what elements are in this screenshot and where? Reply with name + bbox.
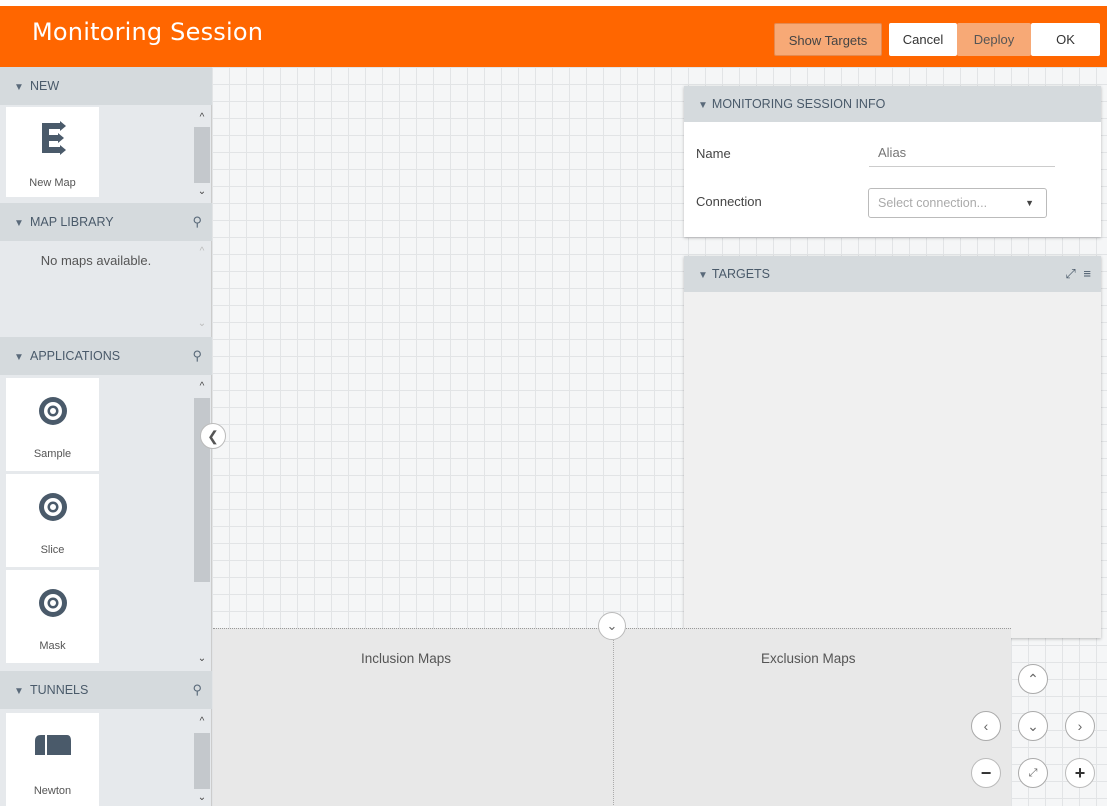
scroll-thumb[interactable] — [194, 127, 210, 183]
fit-to-screen-icon[interactable]: ⤢ — [1018, 758, 1048, 788]
new-map-icon — [42, 121, 66, 155]
application-tile-mask[interactable]: Mask — [6, 570, 99, 663]
section-applications-label: APPLICATIONS — [30, 349, 121, 363]
menu-icon[interactable]: ≡ — [1083, 266, 1091, 281]
scroll-up-arrow-icon[interactable]: ^ — [192, 245, 212, 259]
pan-left-button[interactable]: ‹ — [971, 711, 1001, 741]
gear-icon — [39, 493, 67, 521]
scroll-up-arrow-icon[interactable]: ^ — [192, 380, 212, 394]
info-panel-title: MONITORING SESSION INFO — [711, 97, 886, 111]
zoom-out-button[interactable]: − — [971, 758, 1001, 788]
application-tile-sample[interactable]: Sample — [6, 378, 99, 471]
section-applications-header[interactable]: ▼ APPLICATIONS ⚲ — [0, 337, 212, 375]
tunnels-scrollbar[interactable]: ^ ⌄ — [192, 713, 212, 806]
tunnel-icon — [35, 735, 71, 755]
inclusion-maps-label: Inclusion Maps — [361, 651, 452, 666]
application-label: Sample — [33, 448, 72, 460]
scroll-up-arrow-icon[interactable]: ^ — [192, 111, 212, 125]
maps-divider — [613, 629, 614, 806]
cancel-button[interactable]: Cancel — [889, 23, 957, 56]
section-map-library-header[interactable]: ▼ MAP LIBRARY ⚲ — [0, 203, 212, 241]
scroll-up-arrow-icon[interactable]: ^ — [192, 715, 212, 729]
applications-scrollbar[interactable]: ^ ⌄ — [192, 378, 212, 668]
application-label: Slice — [40, 544, 65, 556]
search-icon[interactable]: ⚲ — [192, 203, 202, 241]
name-label: Name — [696, 146, 731, 161]
zoom-in-button[interactable]: + — [1065, 758, 1095, 788]
maps-toggle-button[interactable]: ⌄ — [598, 612, 626, 640]
connection-label: Connection — [696, 194, 762, 209]
caret-down-icon: ▼ — [1025, 198, 1034, 208]
show-targets-button[interactable]: Show Targets — [774, 23, 882, 56]
expand-icon[interactable]: ⤢ — [1065, 266, 1075, 281]
connection-select[interactable]: Select connection... ▼ — [868, 188, 1047, 218]
collapse-sidebar-button[interactable]: ❮ — [200, 423, 226, 449]
application-tile-slice[interactable]: Slice — [6, 474, 99, 567]
scroll-down-arrow-icon[interactable]: ⌄ — [192, 317, 212, 331]
section-tunnels-header[interactable]: ▼ TUNNELS ⚲ — [0, 671, 212, 709]
chevron-down-icon: ▼ — [698, 100, 708, 111]
section-map-library-label: MAP LIBRARY — [30, 215, 114, 229]
chevron-down-icon: ▼ — [14, 82, 24, 93]
new-scrollbar[interactable]: ^ ⌄ — [192, 107, 212, 203]
scroll-down-arrow-icon[interactable]: ⌄ — [192, 791, 212, 805]
maps-area: Inclusion Maps Exclusion Maps — [213, 628, 1011, 806]
pan-up-button[interactable]: ⌃ — [1018, 664, 1048, 694]
section-new-header[interactable]: ▼ NEW — [0, 67, 212, 105]
scroll-down-arrow-icon[interactable]: ⌄ — [192, 652, 212, 666]
pan-down-button[interactable]: ⌄ — [1018, 711, 1048, 741]
application-label: Mask — [39, 640, 66, 652]
chevron-down-icon: ▼ — [14, 352, 24, 363]
chevron-down-icon: ▼ — [14, 686, 24, 697]
connection-select-value: Select connection... — [878, 196, 988, 210]
gear-icon — [39, 397, 67, 425]
tunnel-tile-newton[interactable]: Newton — [6, 713, 99, 806]
monitoring-session-info-panel: ▼MONITORING SESSION INFO Name Connection… — [684, 86, 1101, 237]
ok-button[interactable]: OK — [1031, 23, 1100, 56]
new-map-tile[interactable]: New Map — [6, 107, 99, 197]
deploy-button[interactable]: Deploy — [957, 23, 1031, 56]
pan-right-button[interactable]: › — [1065, 711, 1095, 741]
new-map-label: New Map — [29, 177, 76, 189]
map-library-scrollbar[interactable]: ^ ⌄ — [192, 243, 212, 335]
app-header: Monitoring Session Show Targets Cancel D… — [0, 0, 1107, 67]
chevron-down-icon: ▼ — [698, 270, 708, 281]
exclusion-maps-label: Exclusion Maps — [761, 651, 856, 666]
chevron-down-icon: ▼ — [14, 218, 24, 229]
scroll-down-arrow-icon[interactable]: ⌄ — [192, 185, 212, 199]
no-maps-text: No maps available. — [40, 253, 152, 268]
section-new-label: NEW — [30, 79, 60, 93]
page-title: Monitoring Session — [32, 18, 264, 46]
section-tunnels-label: TUNNELS — [30, 683, 89, 697]
search-icon[interactable]: ⚲ — [192, 671, 202, 709]
targets-panel-title: TARGETS — [711, 267, 771, 281]
sidebar: ▼ NEW New Map ^ ⌄ ▼ MAP LIBRARY ⚲ No maps … — [0, 67, 212, 806]
targets-panel: ▼ TARGETS ⤢ ≡ — [684, 256, 1101, 638]
info-panel-header[interactable]: ▼ MONITORING SESSION INFO — [684, 86, 1101, 122]
tunnel-label: Newton — [33, 785, 72, 797]
gear-icon — [39, 589, 67, 617]
scroll-thumb[interactable] — [194, 733, 210, 789]
alias-input[interactable] — [869, 139, 1055, 167]
targets-panel-header[interactable]: ▼ TARGETS ⤢ ≡ — [684, 256, 1101, 292]
search-icon[interactable]: ⚲ — [192, 337, 202, 375]
